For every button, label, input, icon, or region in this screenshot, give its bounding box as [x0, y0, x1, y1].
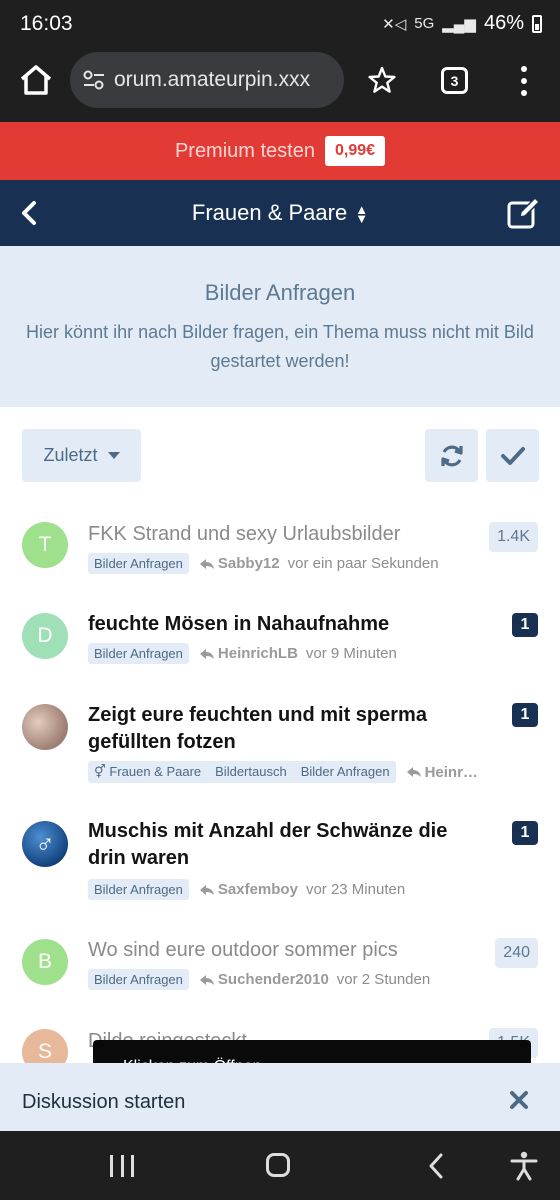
premium-banner[interactable]: Premium testen 0,99€	[0, 122, 560, 180]
tag[interactable]: ⚥ Frauen & Paare	[94, 764, 201, 780]
reply-arrow-icon	[199, 974, 214, 985]
thread-item[interactable]: D feuchte Mösen in Nahaufnahme Bilder An…	[0, 592, 560, 682]
sort-updown-icon: ▲ ▼	[355, 202, 369, 227]
thread-item[interactable]: B Wo sind eure outdoor sommer pics Bilde…	[0, 918, 560, 1008]
start-discussion-bar[interactable]: Diskussion starten	[0, 1063, 560, 1131]
mark-read-button[interactable]	[486, 429, 539, 482]
thread-title[interactable]: feuchte Mösen in Nahaufnahme	[88, 611, 488, 638]
reply-arrow-icon	[199, 648, 214, 659]
home-nav-icon[interactable]	[266, 1153, 290, 1177]
thread-item[interactable]: ♂ Muschis mit Anzahl der Schwänze die dr…	[0, 800, 560, 918]
bookmark-star-icon[interactable]	[368, 66, 396, 94]
tag[interactable]: Bildertausch	[215, 764, 287, 780]
forum-title: Frauen & Paare	[191, 200, 348, 225]
thread-meta: ⚥ Frauen & Paare Bildertausch Bilder Anf…	[88, 761, 478, 783]
status-time: 16:03	[20, 12, 73, 35]
last-reply-user[interactable]: Suchender2010	[218, 971, 329, 988]
last-reply-time: vor 9 Minuten	[305, 645, 397, 662]
thread-title[interactable]: Zeigt eure feuchten und mit sperma gefül…	[88, 702, 488, 756]
refresh-icon	[440, 445, 463, 466]
thread-meta: Bilder Anfragen Sabby12 vor ein paar Sek…	[88, 553, 439, 574]
last-reply-user[interactable]: HeinrichLB	[218, 645, 298, 662]
thread-meta: Bilder Anfragen HeinrichLB vor 9 Minuten	[88, 643, 397, 664]
thread-tags[interactable]: Bilder Anfragen	[88, 879, 189, 900]
system-nav-bar	[0, 1131, 560, 1200]
avatar: T	[22, 522, 68, 568]
checkmark-icon	[500, 446, 525, 465]
unread-count-badge: 1	[512, 821, 538, 845]
browser-toolbar: orum.amateurpin.xxx 3	[0, 48, 560, 122]
tag[interactable]: Bilder Anfragen	[94, 646, 183, 661]
compose-icon[interactable]	[506, 196, 542, 230]
avatar: ♂	[22, 821, 68, 867]
thread-tags[interactable]: Bilder Anfragen	[88, 643, 189, 664]
battery-icon	[532, 14, 542, 33]
last-reply-user[interactable]: Heinr…	[425, 764, 478, 781]
thread-title[interactable]: FKK Strand und sexy Urlaubsbilder	[88, 521, 488, 548]
thread-tags[interactable]: Bilder Anfragen	[88, 553, 189, 574]
thread-tags[interactable]: ⚥ Frauen & Paare Bildertausch Bilder Anf…	[88, 761, 396, 783]
last-reply: Suchender2010 vor 2 Stunden	[199, 971, 430, 988]
forum-name: Bilder Anfragen	[204, 280, 356, 305]
thread-tags[interactable]: Bilder Anfragen	[88, 969, 189, 990]
reply-arrow-icon	[406, 767, 421, 777]
thread-title[interactable]: Muschis mit Anzahl der Schwänze die drin…	[88, 818, 488, 872]
accessibility-icon[interactable]	[510, 1151, 538, 1181]
avatar: B	[22, 939, 68, 985]
reply-arrow-icon	[199, 884, 214, 895]
browser-menu-icon[interactable]	[515, 66, 533, 96]
caret-down-icon	[107, 452, 120, 459]
last-reply-time: vor 2 Stunden	[336, 971, 431, 988]
5g-icon: 5G	[414, 15, 435, 32]
gender-icon: ⚥	[94, 764, 110, 779]
tab-switcher-button[interactable]: 3	[441, 67, 468, 94]
tag[interactable]: Bilder Anfragen	[94, 972, 183, 987]
avatar: D	[22, 613, 68, 659]
last-reply: HeinrichLB vor 9 Minuten	[199, 645, 397, 662]
thread-meta: Bilder Anfragen Suchender2010 vor 2 Stun…	[88, 969, 430, 990]
sort-dropdown[interactable]: Zuletzt	[22, 429, 141, 482]
unread-count-badge: 1	[512, 613, 538, 637]
battery-percent: 46%	[483, 12, 524, 34]
reply-count-badge: 1.4K	[489, 522, 538, 552]
url-text: orum.amateurpin.xxx	[114, 68, 311, 91]
thread-item[interactable]: T FKK Strand und sexy Urlaubsbilder Bild…	[0, 502, 560, 592]
forum-title-selector[interactable]: Frauen & Paare ▲ ▼	[0, 200, 560, 226]
avatar	[22, 704, 68, 750]
tag[interactable]: Bilder Anfragen	[94, 556, 183, 571]
thread-title[interactable]: Wo sind eure outdoor sommer pics	[88, 937, 488, 964]
start-discussion-label[interactable]: Diskussion starten	[22, 1091, 185, 1114]
last-reply-user[interactable]: Saxfemboy	[218, 881, 298, 898]
premium-label: Premium testen	[174, 139, 315, 162]
last-reply-time: vor ein paar Sekunden	[287, 555, 439, 572]
status-bar: 16:03 ✕◁ 5G ▂▄▆ 46%	[0, 0, 560, 48]
mute-icon: ✕◁	[382, 15, 407, 33]
sort-label: Zuletzt	[43, 445, 98, 465]
signal-icon: ▂▄▆	[442, 15, 476, 33]
forum-description-text: Hier könnt ihr nach Bilder fragen, ein T…	[26, 322, 534, 371]
reply-arrow-icon	[199, 558, 214, 569]
last-reply-time: vor 23 Minuten	[305, 881, 406, 898]
tag[interactable]: Bilder Anfragen	[94, 882, 183, 897]
thread-meta: Bilder Anfragen Saxfemboy vor 23 Minuten	[88, 879, 405, 900]
last-reply: Saxfemboy vor 23 Minuten	[199, 881, 405, 898]
filter-row: Zuletzt	[0, 407, 560, 502]
premium-price-badge[interactable]: 0,99€	[325, 136, 386, 166]
close-icon[interactable]	[506, 1087, 532, 1113]
refresh-button[interactable]	[425, 429, 478, 482]
back-nav-icon[interactable]	[428, 1153, 444, 1179]
site-settings-icon[interactable]	[82, 69, 106, 91]
reply-count-badge: 240	[495, 938, 538, 968]
tag[interactable]: Bilder Anfragen	[301, 764, 390, 780]
last-reply-user[interactable]: Sabby12	[218, 555, 280, 572]
recent-apps-icon[interactable]	[110, 1155, 134, 1177]
unread-count-badge: 1	[512, 703, 538, 727]
last-reply: Sabby12 vor ein paar Sekunden	[199, 555, 439, 572]
last-reply: Heinr…	[406, 764, 478, 781]
forum-description: Bilder Anfragen Hier könnt ihr nach Bild…	[0, 246, 560, 407]
thread-item[interactable]: Zeigt eure feuchten und mit sperma gefül…	[0, 682, 560, 800]
address-bar[interactable]: orum.amateurpin.xxx	[70, 52, 344, 108]
home-icon[interactable]	[18, 62, 54, 98]
forum-header: Frauen & Paare ▲ ▼	[0, 180, 560, 246]
